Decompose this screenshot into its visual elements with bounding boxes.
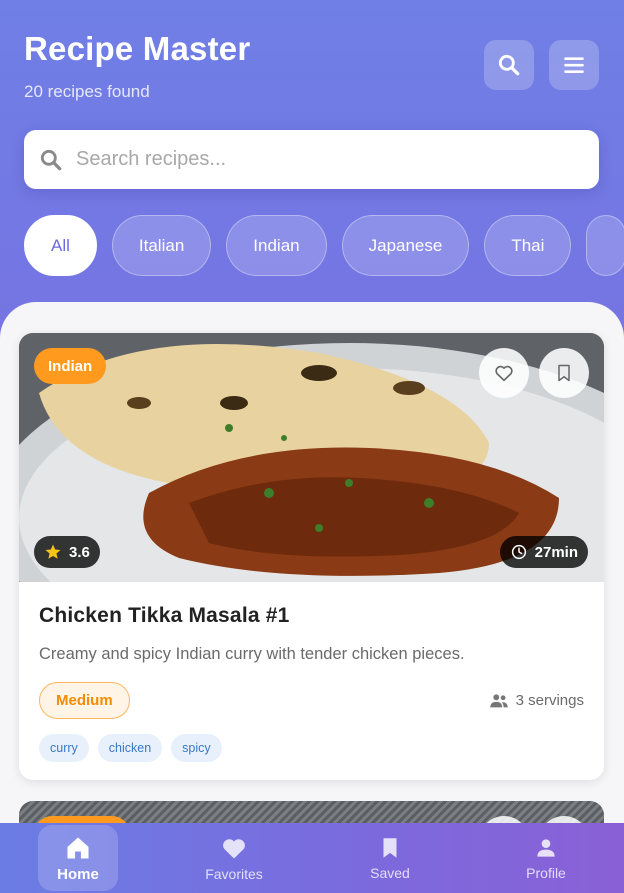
- search-icon: [40, 149, 62, 170]
- recipe-card[interactable]: Indian 3.6 27min Chicken Tikka Masala #1…: [19, 333, 604, 780]
- filter-chip-japanese[interactable]: Japanese: [341, 215, 470, 276]
- clock-icon: [511, 544, 526, 560]
- recipe-description: Creamy and spicy Indian curry with tende…: [39, 645, 465, 663]
- nav-saved[interactable]: Saved: [350, 825, 430, 891]
- nav-profile-label: Profile: [526, 865, 566, 881]
- app-header: Recipe Master 20 recipes found: [24, 30, 250, 102]
- difficulty-badge: Medium: [39, 682, 130, 719]
- bookmark-outline-icon: [558, 364, 570, 382]
- rating-pill: 3.6: [34, 536, 100, 568]
- nav-profile[interactable]: Profile: [506, 825, 586, 891]
- search-bar[interactable]: [24, 130, 599, 189]
- filter-chip-all[interactable]: All: [24, 215, 97, 276]
- bookmark-button[interactable]: [539, 348, 589, 398]
- tag[interactable]: spicy: [171, 734, 222, 762]
- heart-icon: [223, 839, 245, 859]
- cuisine-badge: Indian: [34, 348, 107, 384]
- person-icon: [537, 839, 555, 857]
- nav-favorites-label: Favorites: [205, 866, 263, 882]
- recipe-title[interactable]: Chicken Tikka Masala #1: [39, 604, 584, 628]
- header-search-button[interactable]: [484, 40, 534, 90]
- home-icon: [67, 837, 89, 858]
- bookmark-icon: [383, 838, 397, 858]
- tag[interactable]: chicken: [97, 734, 163, 762]
- app-title: Recipe Master: [24, 30, 251, 67]
- results-count: 20 recipes found: [24, 82, 150, 101]
- tag-list: curry chicken spicy: [39, 734, 584, 762]
- nav-home[interactable]: Home: [38, 825, 118, 891]
- people-icon: [489, 693, 508, 707]
- search-input[interactable]: [76, 148, 546, 171]
- nav-home-label: Home: [57, 865, 99, 883]
- time-pill: 27min: [499, 536, 588, 568]
- cook-time: 27min: [534, 543, 578, 561]
- filter-chip-indian[interactable]: Indian: [226, 215, 327, 276]
- rating-value: 3.6: [69, 543, 90, 561]
- filter-chip-italian[interactable]: Italian: [111, 215, 212, 276]
- nav-saved-label: Saved: [370, 865, 410, 881]
- servings-info: 3 servings: [488, 690, 584, 712]
- nav-favorites[interactable]: Favorites: [194, 825, 274, 891]
- filter-chip-thai[interactable]: Thai: [484, 215, 572, 276]
- header-menu-button[interactable]: [549, 40, 599, 90]
- tag[interactable]: curry: [39, 734, 89, 762]
- filter-chip-more[interactable]: [586, 215, 624, 276]
- servings-text: 3 servings: [515, 692, 584, 709]
- search-icon: [498, 54, 520, 76]
- bottom-navigation: Home Favorites Saved Profile: [0, 823, 624, 893]
- favorite-button[interactable]: [479, 348, 529, 398]
- recipe-image: Indian 3.6 27min: [19, 333, 604, 582]
- star-icon: [45, 544, 61, 559]
- menu-icon: [564, 57, 584, 74]
- heart-outline-icon: [495, 365, 513, 382]
- cuisine-filter-bar: All Italian Indian Japanese Thai: [24, 215, 624, 276]
